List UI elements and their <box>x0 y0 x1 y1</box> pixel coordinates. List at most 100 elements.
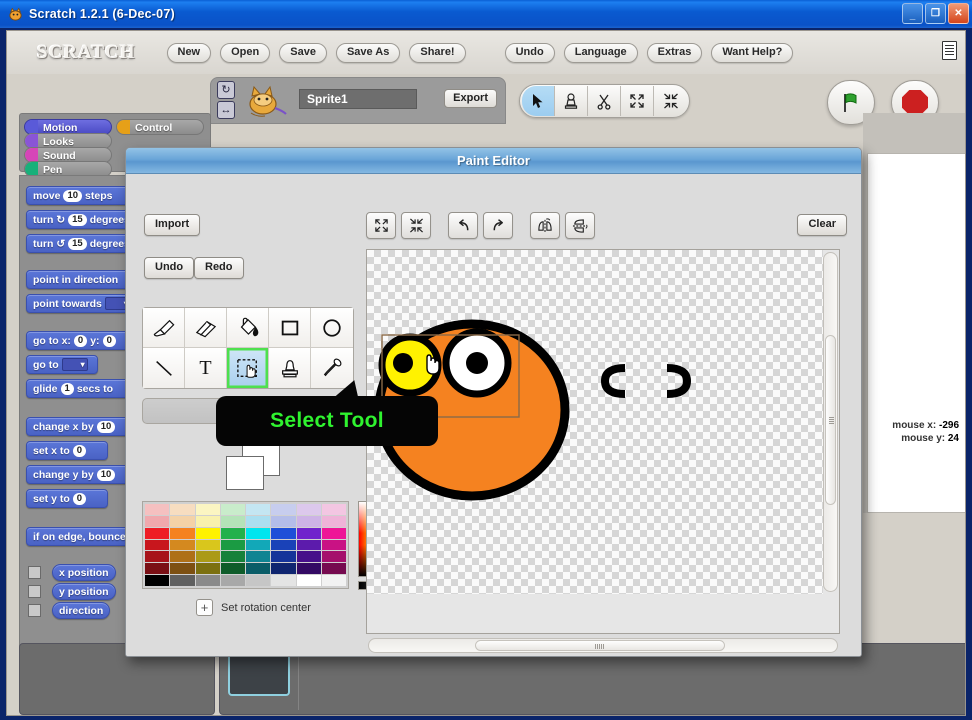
clear-button[interactable]: Clear <box>797 214 847 236</box>
color-swatch[interactable] <box>271 563 296 575</box>
flip-icon[interactable]: ↔ <box>217 101 235 119</box>
color-swatch[interactable] <box>220 515 245 527</box>
block-number-input[interactable]: 15 <box>68 237 87 250</box>
menu-new[interactable]: New <box>166 42 212 63</box>
redo-button[interactable]: Redo <box>194 257 244 279</box>
menu-language[interactable]: Language <box>563 42 638 63</box>
color-swatch[interactable] <box>296 527 321 539</box>
color-swatch[interactable] <box>296 539 321 551</box>
color-swatch[interactable] <box>195 515 220 527</box>
color-swatch[interactable] <box>220 563 245 575</box>
color-swatch[interactable] <box>220 539 245 551</box>
minimize-button[interactable]: _ <box>902 3 923 24</box>
reporter-checkbox-1[interactable] <box>28 585 41 598</box>
menu-want-help[interactable]: Want Help? <box>711 42 794 63</box>
block-dropdown[interactable] <box>61 356 88 374</box>
color-swatch[interactable] <box>195 563 220 575</box>
block-8[interactable]: change x by 10 <box>26 417 132 436</box>
menu-undo[interactable]: Undo <box>504 42 555 63</box>
color-swatch[interactable] <box>170 527 195 539</box>
undo-button[interactable]: Undo <box>144 257 195 279</box>
color-swatch[interactable] <box>145 575 170 586</box>
color-swatch[interactable] <box>321 563 346 575</box>
horizontal-scroll-thumb[interactable] <box>475 640 725 651</box>
block-11[interactable]: set y to 0 <box>26 489 108 508</box>
color-swatch[interactable] <box>271 539 296 551</box>
menu-extras[interactable]: Extras <box>646 42 703 63</box>
color-swatch[interactable] <box>170 504 195 515</box>
grow-icon[interactable] <box>366 212 396 239</box>
color-swatch[interactable] <box>195 504 220 515</box>
color-palette-grid[interactable] <box>142 501 349 589</box>
set-rotation-center[interactable]: + Set rotation center <box>196 599 311 616</box>
color-swatch[interactable] <box>220 527 245 539</box>
color-swatch[interactable] <box>145 539 170 551</box>
reporter-block-2[interactable]: direction <box>52 602 111 619</box>
block-number-input[interactable]: 15 <box>68 213 87 226</box>
color-swatch[interactable] <box>195 575 220 586</box>
color-swatch[interactable] <box>246 563 271 575</box>
color-swatch[interactable] <box>296 504 321 515</box>
color-swatch[interactable] <box>220 504 245 515</box>
color-swatch[interactable] <box>246 527 271 539</box>
color-swatch[interactable] <box>170 539 195 551</box>
color-swatch[interactable] <box>271 504 296 515</box>
menu-save[interactable]: Save <box>279 42 327 63</box>
color-swatch[interactable] <box>246 504 271 515</box>
color-swatch[interactable] <box>145 504 170 515</box>
grow-tool-icon[interactable] <box>621 86 654 116</box>
foreground-color-chip[interactable] <box>226 456 264 490</box>
ellipse-tool-icon[interactable] <box>311 308 353 348</box>
color-swatch[interactable] <box>170 551 195 563</box>
menu-share[interactable]: Share! <box>409 42 466 63</box>
color-swatch[interactable] <box>170 563 195 575</box>
color-swatch[interactable] <box>220 575 245 586</box>
reporter-checkbox-0[interactable] <box>28 566 41 579</box>
color-swatch[interactable] <box>271 575 296 586</box>
color-swatch[interactable] <box>195 527 220 539</box>
color-swatch[interactable] <box>220 551 245 563</box>
block-number-input[interactable]: 0 <box>73 334 88 347</box>
color-swatch[interactable] <box>296 575 321 586</box>
rectangle-tool-icon[interactable] <box>269 308 311 348</box>
flip-horizontal-icon[interactable] <box>530 212 560 239</box>
stamp-tool-icon[interactable] <box>555 86 588 116</box>
color-swatch[interactable] <box>321 551 346 563</box>
rotate-icon[interactable]: ↻ <box>217 81 235 99</box>
sprite-thumbnail[interactable] <box>241 82 289 122</box>
block-number-input[interactable]: 10 <box>96 468 116 481</box>
export-button[interactable]: Export <box>444 89 497 108</box>
block-number-input[interactable]: 10 <box>96 420 116 433</box>
color-swatch[interactable] <box>321 539 346 551</box>
block-number-input[interactable]: 0 <box>102 334 116 347</box>
color-swatch[interactable] <box>246 515 271 527</box>
color-swatch[interactable] <box>246 551 271 563</box>
select-tool-icon[interactable] <box>227 348 269 388</box>
color-swatch[interactable] <box>271 527 296 539</box>
block-number-input[interactable]: 0 <box>72 492 87 505</box>
color-swatch[interactable] <box>170 515 195 527</box>
color-swatch[interactable] <box>145 515 170 527</box>
color-swatch[interactable] <box>195 551 220 563</box>
menu-save-as[interactable]: Save As <box>335 42 401 63</box>
color-swatch[interactable] <box>145 551 170 563</box>
pointer-tool-icon[interactable] <box>522 86 555 116</box>
close-button[interactable]: ✕ <box>948 3 969 24</box>
color-swatch[interactable] <box>321 575 346 586</box>
block-9[interactable]: set x to 0 <box>26 441 108 460</box>
document-icon[interactable] <box>942 41 957 60</box>
color-swatch[interactable] <box>145 527 170 539</box>
color-swatch[interactable] <box>271 551 296 563</box>
reporter-block-0[interactable]: x position <box>52 564 116 581</box>
color-swatch[interactable] <box>145 563 170 575</box>
redo-arrow-icon[interactable] <box>483 212 513 239</box>
block-10[interactable]: change y by 10 <box>26 465 132 484</box>
color-swatch[interactable] <box>246 575 271 586</box>
color-swatch[interactable] <box>246 539 271 551</box>
vertical-scroll-thumb[interactable] <box>825 335 836 505</box>
text-tool-icon[interactable]: T <box>185 348 227 388</box>
scissors-tool-icon[interactable] <box>588 86 621 116</box>
block-number-input[interactable]: 1 <box>60 382 74 395</box>
color-swatch[interactable] <box>296 551 321 563</box>
eraser-tool-icon[interactable] <box>185 308 227 348</box>
